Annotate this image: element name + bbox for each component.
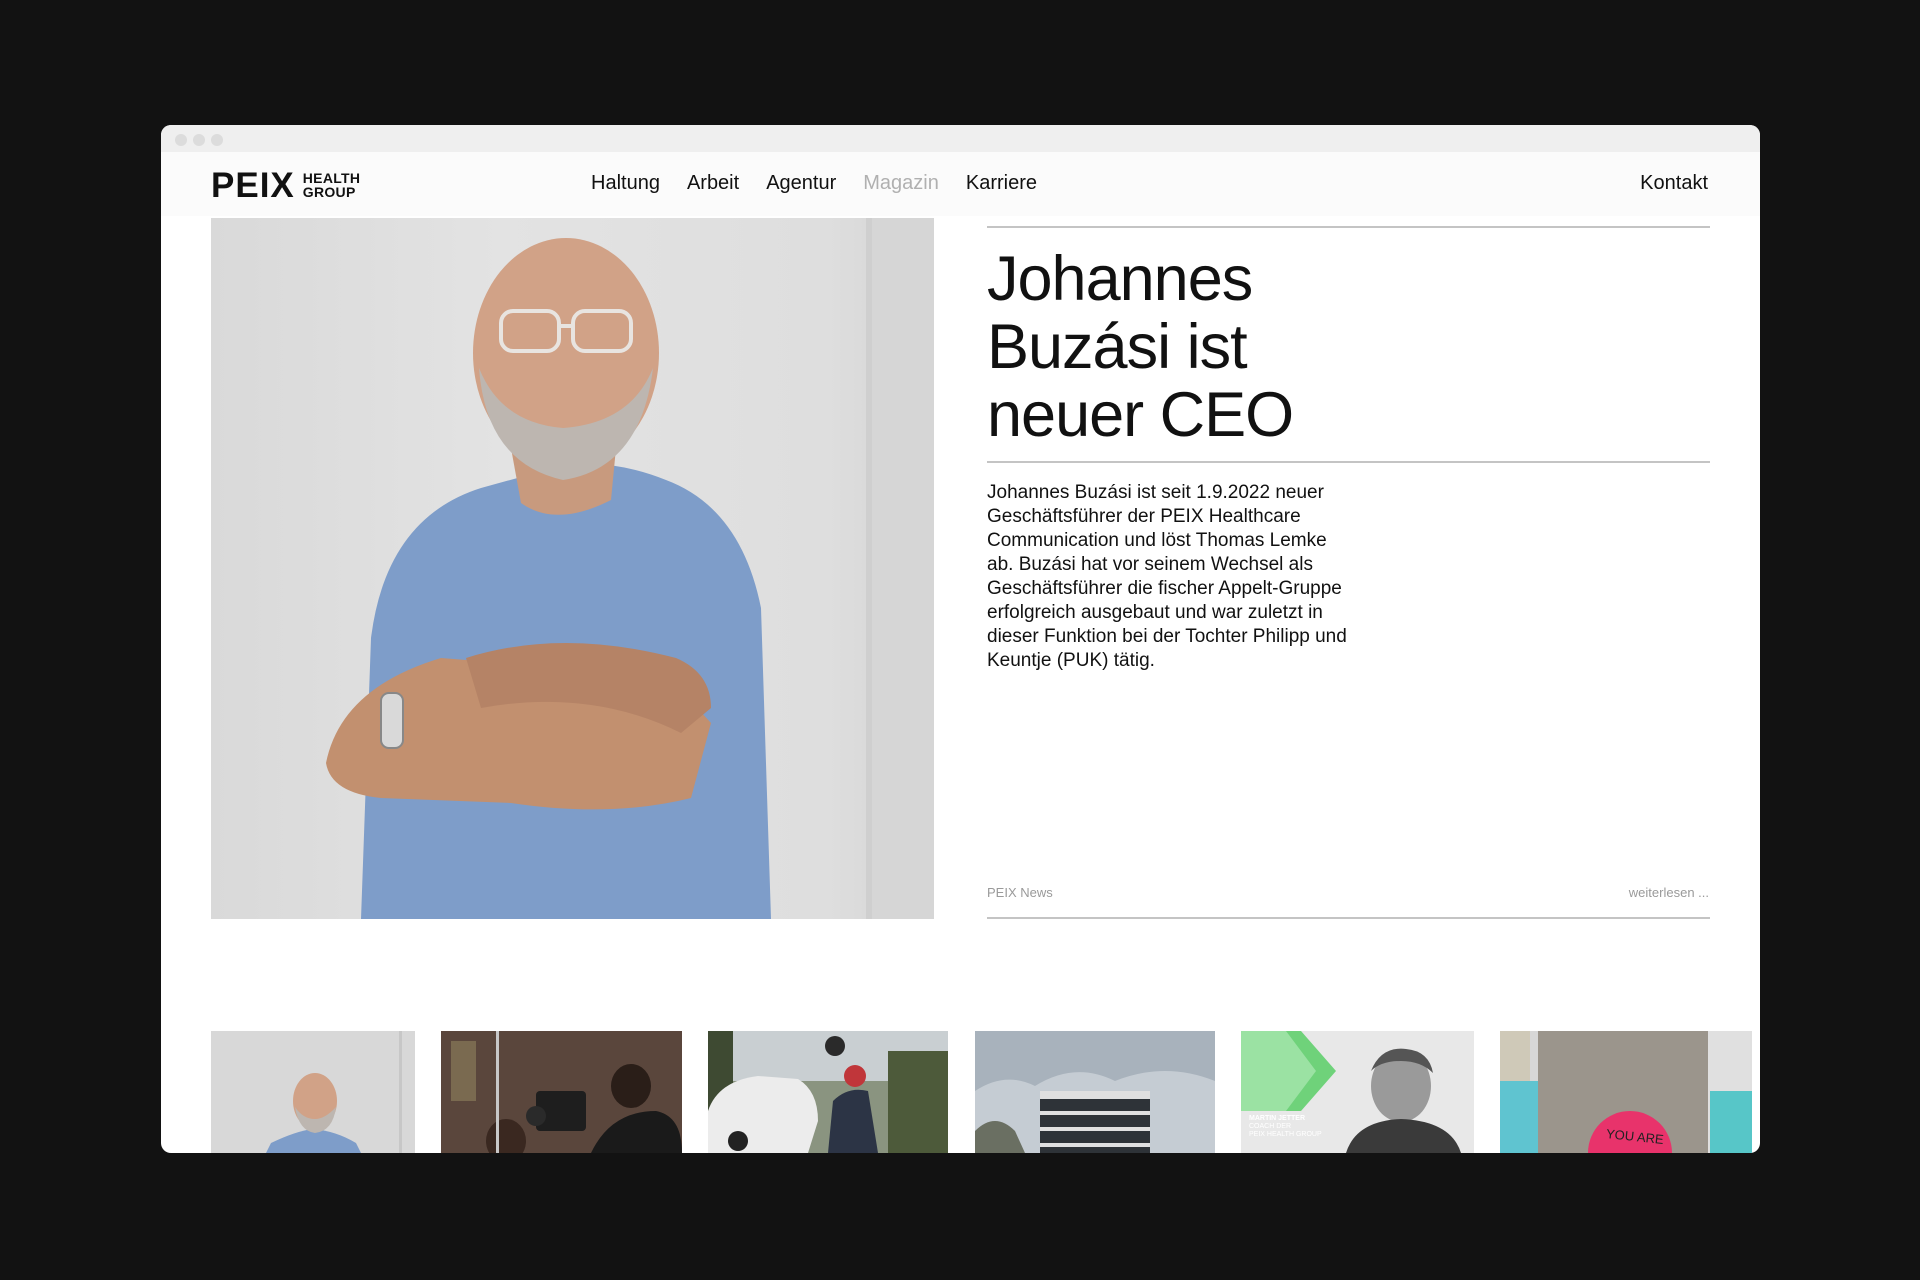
- article-title[interactable]: Johannes Buzási ist neuer CEO: [987, 245, 1347, 449]
- nav-item-haltung[interactable]: Haltung: [591, 172, 660, 195]
- browser-titlebar: [161, 125, 1760, 152]
- main-nav: Haltung Arbeit Agentur Magazin Karriere: [591, 172, 1037, 195]
- thumbnail-film-shoot[interactable]: [441, 1031, 682, 1153]
- nav-item-magazin[interactable]: Magazin: [863, 172, 939, 195]
- peix-logo[interactable]: PEIX HEALTH GROUP: [211, 168, 360, 204]
- logo-wordmark: PEIX: [211, 166, 295, 205]
- thumbnail-film-shoot-image: [441, 1031, 682, 1153]
- site-header: PEIX HEALTH GROUP Haltung Arbeit Agentur…: [161, 152, 1760, 216]
- read-more-link[interactable]: weiterlesen ...: [1629, 885, 1709, 900]
- divider-middle: [987, 461, 1710, 463]
- thumbnail-street-scene[interactable]: [708, 1031, 948, 1153]
- thumbnail-coach-card[interactable]: MARTIN JETTER COACH DER PEIX HEALTH GROU…: [1241, 1031, 1474, 1153]
- nav-item-karriere[interactable]: Karriere: [966, 172, 1037, 195]
- nav-item-agentur[interactable]: Agentur: [766, 172, 836, 195]
- coach-card-role-line-1: COACH DER: [1249, 1123, 1292, 1130]
- logo-subtitle-line-2: GROUP: [302, 184, 356, 200]
- coach-card-caption: MARTIN JETTER COACH DER PEIX HEALTH GROU…: [1249, 1115, 1322, 1139]
- nav-item-kontakt[interactable]: Kontakt: [1640, 172, 1708, 195]
- article-thumbnail-strip: MARTIN JETTER COACH DER PEIX HEALTH GROU…: [161, 1031, 1760, 1153]
- logo-subtitle: HEALTH GROUP: [303, 171, 361, 199]
- nav-item-arbeit[interactable]: Arbeit: [687, 172, 739, 195]
- coach-card-name: MARTIN JETTER: [1249, 1115, 1305, 1122]
- thumbnail-office-building[interactable]: [975, 1031, 1215, 1153]
- thumbnail-building-image: [975, 1031, 1215, 1153]
- hero-portrait-photo[interactable]: [211, 218, 934, 919]
- divider-top: [987, 226, 1710, 228]
- thumbnail-ceo-image: [266, 1031, 402, 1153]
- thumbnail-street-image: [708, 1031, 948, 1153]
- portrait-illustration: [326, 218, 934, 919]
- thumbnail-sticker-pole[interactable]: YOU ARE: [1500, 1031, 1752, 1153]
- article-body: Johannes Buzási ist seit 1.9.2022 neuer …: [987, 482, 1347, 671]
- window-minimize-dot[interactable]: [193, 134, 205, 146]
- thumbnail-ceo-portrait[interactable]: [211, 1031, 415, 1153]
- window-maximize-dot[interactable]: [211, 134, 223, 146]
- divider-bottom: [987, 917, 1710, 919]
- browser-window: PEIX HEALTH GROUP Haltung Arbeit Agentur…: [161, 125, 1760, 1153]
- window-close-dot[interactable]: [175, 134, 187, 146]
- article-category[interactable]: PEIX News: [987, 885, 1053, 900]
- logo-subtitle-line-1: HEALTH: [302, 170, 361, 186]
- coach-card-role-line-2: PEIX HEALTH GROUP: [1249, 1131, 1322, 1138]
